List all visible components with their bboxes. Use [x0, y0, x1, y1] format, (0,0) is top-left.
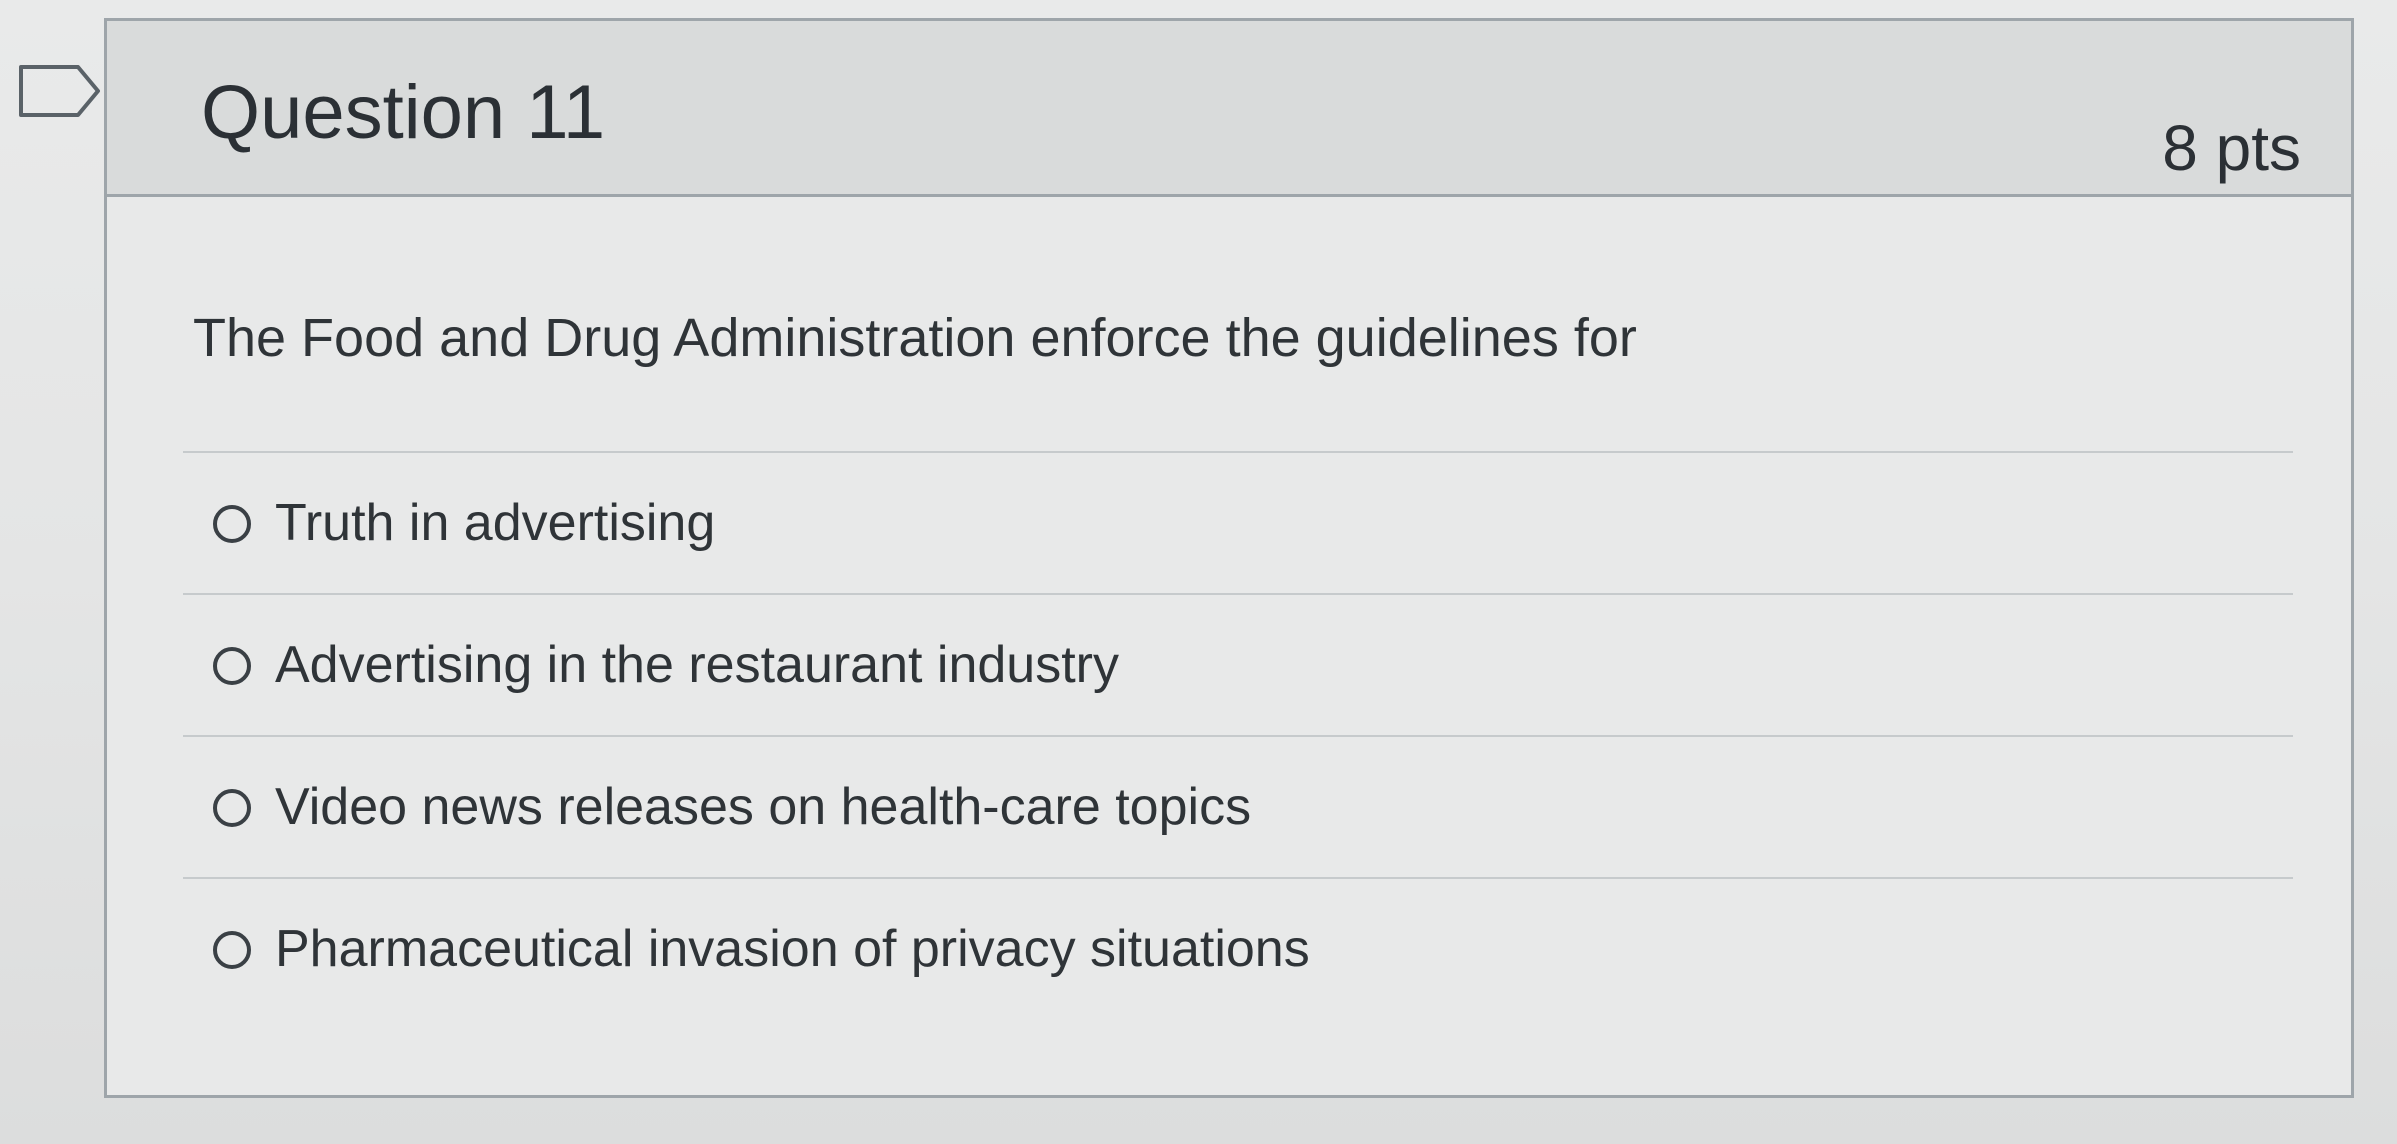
question-points: 8 pts — [2162, 112, 2301, 184]
radio-button[interactable] — [213, 647, 251, 685]
flag-question-icon[interactable] — [18, 64, 102, 118]
answer-list: Truth in advertising Advertising in the … — [183, 451, 2293, 1019]
answer-label[interactable]: Pharmaceutical invasion of privacy situa… — [275, 919, 1310, 979]
answer-label[interactable]: Truth in advertising — [275, 493, 715, 553]
question-text: The Food and Drug Administration enforce… — [193, 308, 1637, 368]
answer-option[interactable]: Truth in advertising — [183, 451, 2293, 593]
question-card: Question 11 8 pts The Food and Drug Admi… — [104, 18, 2354, 1098]
radio-button[interactable] — [213, 505, 251, 543]
answer-label[interactable]: Video news releases on health-care topic… — [275, 777, 1251, 837]
question-header: Question 11 8 pts — [107, 21, 2351, 197]
question-title: Question 11 — [201, 70, 606, 155]
radio-button[interactable] — [213, 789, 251, 827]
radio-button[interactable] — [213, 931, 251, 969]
answer-label[interactable]: Advertising in the restaurant industry — [275, 635, 1119, 695]
answer-option[interactable]: Pharmaceutical invasion of privacy situa… — [183, 877, 2293, 1019]
answer-option[interactable]: Advertising in the restaurant industry — [183, 593, 2293, 735]
answer-option[interactable]: Video news releases on health-care topic… — [183, 735, 2293, 877]
